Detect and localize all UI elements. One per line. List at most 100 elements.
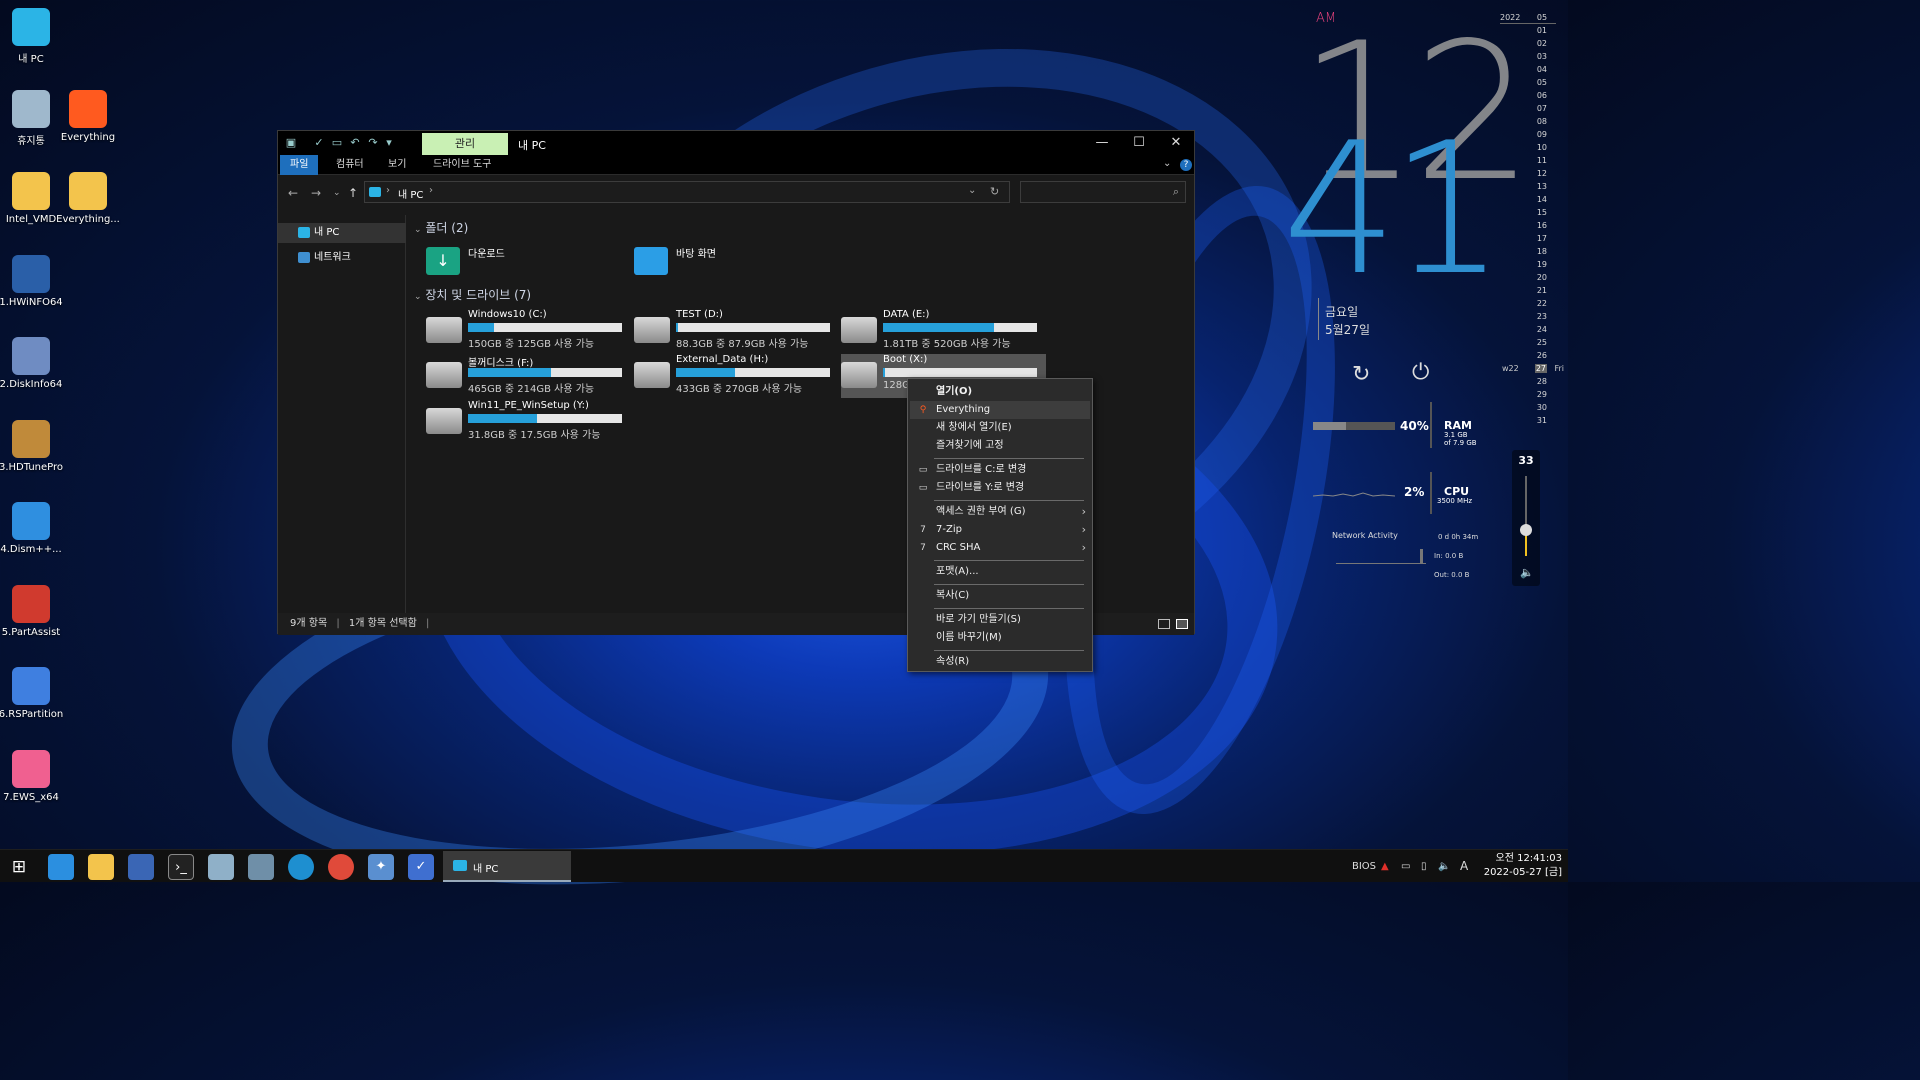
desktop-icon-label: 4.Dism++... (0, 544, 62, 555)
menu-item[interactable]: 바로 가기 만들기(S) (910, 611, 1090, 629)
menu-item[interactable]: 7 7-Zip › (910, 521, 1090, 539)
calendar-day: w22 27 Fri (1500, 362, 1564, 375)
volume-tray-icon[interactable]: 🔈 (1438, 850, 1450, 883)
collapse-chevron-icon[interactable]: ⌄ (414, 225, 422, 235)
customize-quick-access-icon[interactable]: ▾ (382, 136, 396, 150)
ribbon-tabs: 파일 컴퓨터 보기 드라이브 도구 ⌄ ? (278, 155, 1194, 175)
floppy-disk-icon[interactable] (128, 854, 154, 880)
forward-arrow-icon[interactable]: → (311, 186, 321, 200)
drive-item[interactable]: 볼꺼디스크 (F:) 465GB 중 214GB 사용 가능 (426, 354, 631, 398)
address-bar[interactable]: › 내 PC › ⌄ ↻ (364, 181, 1010, 203)
menu-item[interactable]: ▭ 드라이브를 Y:로 변경 (910, 479, 1090, 497)
tab-drive-tools[interactable]: 드라이브 도구 (423, 155, 501, 175)
taskbar-app-icon[interactable] (48, 854, 74, 880)
power-icon[interactable]: ⏻ (1412, 360, 1429, 385)
breadcrumb-location[interactable]: 내 PC (398, 186, 423, 201)
refresh-icon[interactable]: ↻ (990, 185, 999, 198)
desktop-icon[interactable]: 4.Dism++... (0, 502, 67, 555)
notepad-icon[interactable] (208, 854, 234, 880)
ribbon-expand-icon[interactable]: ⌄ (1163, 158, 1171, 169)
tab-view[interactable]: 보기 (378, 155, 416, 175)
breadcrumb-separator-icon[interactable]: › (429, 185, 433, 196)
undo-icon[interactable]: ↶ (348, 136, 362, 150)
folder-item-downloads[interactable]: ↓ 다운로드 (426, 243, 626, 283)
desktop-icon[interactable]: 1.HWiNFO64 (0, 255, 67, 308)
calculator-icon[interactable] (248, 854, 274, 880)
help-icon[interactable]: ? (1180, 159, 1192, 171)
start-windows-icon[interactable]: ⊞ (6, 854, 32, 880)
folder-item-desktop[interactable]: 바탕 화면 (634, 243, 834, 283)
submenu-arrow-icon: › (1081, 505, 1086, 518)
taskbar-window-button[interactable]: 내 PC (443, 851, 571, 882)
close-button[interactable]: ✕ (1157, 131, 1195, 155)
terminal-icon[interactable]: ›_ (168, 854, 194, 880)
minimize-button[interactable]: — (1083, 131, 1121, 155)
properties-icon[interactable]: ✓ (312, 136, 326, 150)
menu-item[interactable]: 속성(R) (910, 653, 1090, 671)
drive-item[interactable]: Windows10 (C:) 150GB 중 125GB 사용 가능 (426, 309, 631, 353)
edge-browser-icon[interactable] (288, 854, 314, 880)
desktop-icon[interactable]: 6.RSPartition (0, 667, 67, 720)
menu-item[interactable]: 열기(O) (910, 383, 1090, 401)
folders-group-header[interactable]: ⌄ 폴더 (2) (414, 219, 468, 236)
tray-bios-label[interactable]: BIOS (1352, 850, 1376, 883)
file-explorer-icon[interactable] (88, 854, 114, 880)
drive-item[interactable]: TEST (D:) 88.3GB 중 87.9GB 사용 가능 (634, 309, 839, 353)
restart-icon[interactable]: ↻ (1352, 362, 1370, 387)
recent-locations-icon[interactable]: ⌄ (333, 188, 341, 198)
tray-warning-icon[interactable]: ▲ (1381, 850, 1389, 883)
desktop-icon[interactable]: Everything... (52, 172, 124, 225)
up-arrow-icon[interactable]: ↑ (348, 186, 358, 200)
volume-slider-thumb[interactable] (1520, 523, 1532, 536)
volume-slider-track[interactable] (1525, 476, 1527, 556)
menu-item[interactable]: ⚲ Everything (910, 401, 1090, 419)
desktop-icon[interactable]: 5.PartAssist (0, 585, 67, 638)
desktop-icon[interactable]: 3.HDTunePro (0, 420, 67, 473)
drives-group-header[interactable]: ⌄ 장치 및 드라이브 (7) (414, 286, 531, 303)
taskbar-clock[interactable]: 오전 12:41:03 2022-05-27 [금] (1476, 852, 1562, 880)
search-input[interactable]: ⌕ (1020, 181, 1186, 203)
battery-tray-icon[interactable]: ▯ (1421, 850, 1427, 883)
title-bar[interactable]: ▣ ✓ ▭ ↶ ↷ ▾ 관리 내 PC — ☐ ✕ (278, 131, 1194, 155)
submenu-arrow-icon: › (1081, 523, 1086, 536)
menu-item[interactable]: 복사(C) (910, 587, 1090, 605)
menu-item[interactable]: ▭ 드라이브를 C:로 변경 (910, 461, 1090, 479)
collapse-chevron-icon[interactable]: ⌄ (414, 292, 422, 302)
folder-icon (69, 172, 107, 210)
nav-item-network[interactable]: 네트워크 (278, 248, 406, 268)
tab-computer[interactable]: 컴퓨터 (326, 155, 374, 175)
tab-file[interactable]: 파일 (280, 155, 319, 175)
details-view-icon[interactable] (1158, 619, 1170, 629)
large-icons-view-icon[interactable] (1176, 619, 1188, 629)
maximize-button[interactable]: ☐ (1120, 131, 1158, 155)
drive-item[interactable]: DATA (E:) 1.81TB 중 520GB 사용 가능 (841, 309, 1046, 353)
calendar-day: 03 (1500, 50, 1556, 63)
menu-item[interactable]: 즐겨찾기에 고정 (910, 437, 1090, 455)
drive-usage-bar (676, 368, 830, 377)
menu-item[interactable]: 포맷(A)... (910, 563, 1090, 581)
menu-item[interactable]: 액세스 권한 부여 (G) › (910, 503, 1090, 521)
drive-item[interactable]: External_Data (H:) 433GB 중 270GB 사용 가능 (634, 354, 839, 398)
ime-indicator[interactable]: A (1460, 850, 1468, 883)
desktop-icon[interactable]: 7.EWS_x64 (0, 750, 67, 803)
desktop-icon[interactable]: Everything (52, 90, 124, 143)
menu-item[interactable]: 이름 바꾸기(M) (910, 629, 1090, 647)
app-icon[interactable]: ✓ (408, 854, 434, 880)
desktop-icon[interactable]: 내 PC (0, 8, 67, 65)
new-folder-icon[interactable]: ▭ (330, 136, 344, 150)
day-number: 20 (1536, 273, 1547, 282)
desktop-icon[interactable]: 2.DiskInfo64 (0, 337, 67, 390)
network-tray-icon[interactable]: ▭ (1401, 850, 1410, 883)
chrome-browser-icon[interactable] (328, 854, 354, 880)
speaker-icon[interactable]: 🔈 (1520, 566, 1534, 579)
menu-item[interactable]: 새 창에서 열기(E) (910, 419, 1090, 437)
manage-context-tab[interactable]: 관리 (422, 133, 508, 155)
address-dropdown-icon[interactable]: ⌄ (968, 185, 976, 196)
back-arrow-icon[interactable]: ← (288, 186, 298, 200)
settings-tool-icon[interactable]: ✦ (368, 854, 394, 880)
redo-icon[interactable]: ↷ (366, 136, 380, 150)
drive-item[interactable]: Win11_PE_WinSetup (Y:) 31.8GB 중 17.5GB 사용… (426, 400, 631, 444)
menu-item[interactable]: 7 CRC SHA › (910, 539, 1090, 557)
nav-item-this-pc[interactable]: 내 PC (278, 223, 406, 243)
day-number: 12 (1536, 169, 1547, 178)
